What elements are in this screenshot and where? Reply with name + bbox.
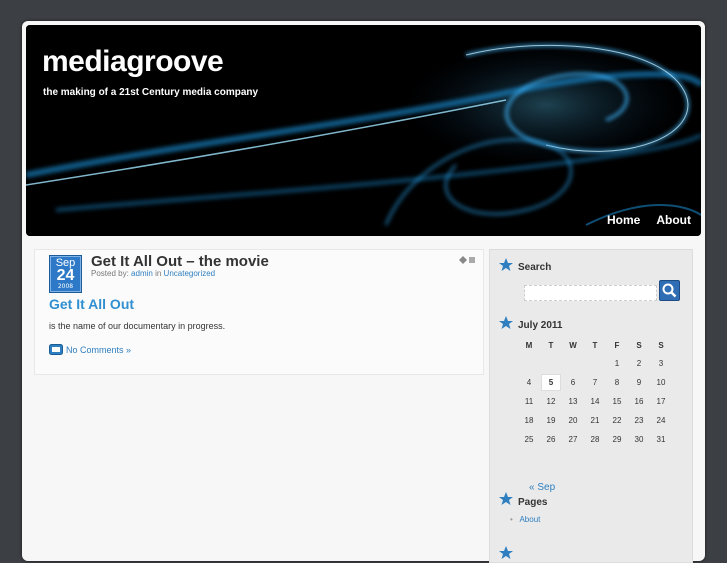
calendar-table: M T W T F S S 1 2 3 4 5 6 7 8 9 10 11 12… [518,337,672,449]
search-widget-title: Search [518,262,552,273]
calendar-day: 6 [570,378,576,387]
calendar-today-label: 5 [541,374,561,391]
site-title[interactable]: mediagroove [42,45,224,79]
calendar-day [584,354,606,373]
post-date-badge: Sep 24 2008 [49,255,82,293]
post-author-link[interactable]: admin [131,269,153,278]
pages-list: • About [510,515,540,524]
calendar-day: 27 [568,435,578,444]
calendar-day: 7 [592,378,598,387]
calendar-day: 22 [612,416,622,425]
calendar-day: 30 [634,435,644,444]
search-input[interactable] [524,285,657,301]
post-category-link[interactable]: Uncategorized [164,269,216,278]
calendar-day: 13 [568,397,578,406]
calendar-weekday: T [548,341,554,350]
calendar-day [540,354,562,373]
calendar-day: 11 [524,397,534,406]
calendar-week-row: 11 12 13 14 15 16 17 [518,392,672,411]
calendar-day: 29 [612,435,622,444]
post-meta-in: in [155,269,162,278]
calendar-day: 26 [546,435,556,444]
calendar-day: 28 [590,435,600,444]
sidebar: Search July 2011 M T W T F S S 1 2 3 4 5… [489,249,693,563]
nav-item-home[interactable]: Home [607,213,640,227]
nav-item-about[interactable]: About [656,213,691,227]
calendar-week-row: 1 2 3 [518,354,672,373]
post-date-day: 24 [56,267,75,284]
page-container: mediagroove the making of a 21st Century… [22,21,705,563]
calendar-week-row: 25 26 27 28 29 30 31 [518,430,672,449]
calendar-prev-month-link[interactable]: « Sep [529,482,555,493]
calendar-day: 8 [614,378,620,387]
site-description: the making of a 21st Century media compa… [43,87,259,98]
calendar-weekday: T [592,341,598,350]
comment-bubble-icon [49,344,63,355]
post-body: is the name of our documentary in progre… [49,321,226,331]
calendar-day: 23 [634,416,644,425]
post-date-year: 2008 [57,283,74,290]
calendar-day: 18 [524,416,534,425]
post-comments: No Comments » [49,344,131,355]
comments-link[interactable]: No Comments » [66,345,131,355]
calendar-day: 15 [612,397,622,406]
post-controls [459,256,475,266]
site-header: mediagroove the making of a 21st Century… [26,25,701,236]
search-icon [662,283,677,298]
pages-link-about[interactable]: About [519,515,540,524]
pages-widget-star-icon [499,492,513,505]
next-widget-star-icon [499,546,513,559]
calendar-widget-star-icon [499,316,513,329]
post-card: Sep 24 2008 Get It All Out – the movie P… [34,249,484,375]
pages-widget-title: Pages [518,497,548,508]
calendar-day: 21 [590,416,600,425]
post-meta: Posted by: admin in Uncategorized [91,269,215,278]
calendar-day: 3 [658,359,664,368]
post-title[interactable]: Get It All Out – the movie [91,253,269,270]
calendar-day [518,354,540,373]
calendar-weekday: W [569,341,577,350]
calendar-day: 20 [568,416,578,425]
post-subheading[interactable]: Get It All Out [49,296,134,312]
calendar-week-row: 4 5 6 7 8 9 10 [518,373,672,392]
calendar-title: July 2011 [518,320,563,331]
post-toggle-icon[interactable] [459,256,475,264]
calendar-weekdays-row: M T W T F S S [518,337,672,354]
calendar-day: 14 [590,397,600,406]
calendar-day: 10 [656,378,666,387]
calendar-day: 24 [656,416,666,425]
calendar-day [562,354,584,373]
calendar-day: 2 [636,359,642,368]
search-button[interactable] [659,280,680,301]
calendar-day: 12 [546,397,556,406]
calendar-weekday: S [658,341,664,350]
calendar-day: 9 [636,378,642,387]
calendar-day: 25 [524,435,534,444]
search-widget-star-icon [499,258,513,271]
pages-list-item: • About [510,515,541,524]
calendar-day-today: 5 [540,373,562,392]
calendar-day: 31 [656,435,666,444]
calendar-week-row: 18 19 20 21 22 23 24 [518,411,672,430]
post-meta-prefix: Posted by: [91,269,129,278]
calendar-weekday: S [636,341,642,350]
calendar-weekday: F [614,341,620,350]
calendar-day: 16 [634,397,644,406]
calendar-weekday: M [525,341,533,350]
calendar-day: 1 [614,359,620,368]
main-nav: Home About [607,213,691,227]
calendar-day: 17 [656,397,666,406]
calendar-day: 19 [546,416,556,425]
calendar-day: 4 [526,378,532,387]
